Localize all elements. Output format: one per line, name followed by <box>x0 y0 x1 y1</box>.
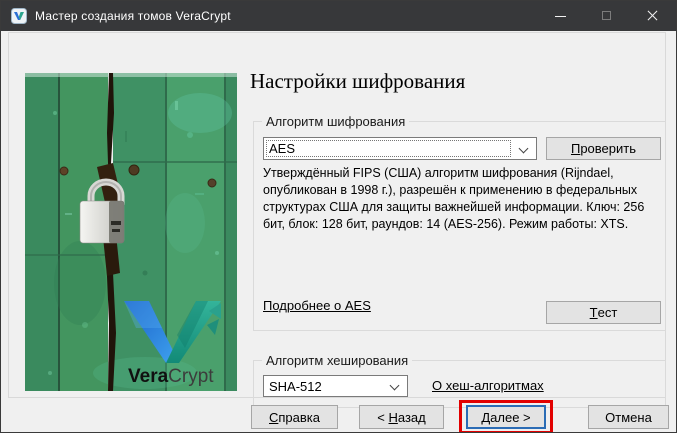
chevron-down-icon <box>390 381 400 391</box>
hash-algorithms-link[interactable]: О хеш-алгоритмах <box>432 378 544 393</box>
hash-algorithm-group: Алгоритм хеширования SHA-512 О хеш-алгор… <box>253 360 666 408</box>
benchmark-button[interactable]: Проверить <box>546 137 661 160</box>
encryption-algorithm-group: Алгоритм шифрования AES Проверить Утверж… <box>253 121 666 331</box>
hash-algorithm-value: SHA-512 <box>269 379 322 394</box>
chevron-down-icon <box>519 144 529 154</box>
maximize-button <box>584 1 630 31</box>
page-title: Настройки шифрования <box>250 69 465 94</box>
help-button[interactable]: Справка <box>251 405 338 429</box>
encryption-algorithm-value: AES <box>269 141 295 156</box>
more-about-aes-link[interactable]: Подробнее о AES <box>263 298 371 313</box>
encryption-algorithm-select[interactable]: AES <box>263 137 537 160</box>
minimize-icon <box>555 16 566 17</box>
veracrypt-app-icon <box>11 8 27 24</box>
veracrypt-wizard-window: Мастер создания томов VeraCrypt <box>0 0 677 433</box>
maximize-icon <box>602 11 611 20</box>
minimize-button[interactable] <box>538 1 584 31</box>
hash-group-label: Алгоритм хеширования <box>262 353 412 368</box>
back-button[interactable]: < Назад <box>359 405 444 429</box>
focus-rect <box>266 140 511 157</box>
wizard-content-panel: VeraCrypt Настройки шифрования Алгоритм … <box>8 32 666 398</box>
encryption-group-label: Алгоритм шифрования <box>262 114 409 129</box>
cancel-button[interactable]: Отмена <box>588 405 669 429</box>
hash-algorithm-select[interactable]: SHA-512 <box>263 375 408 397</box>
close-button[interactable] <box>630 1 676 31</box>
next-button[interactable]: Далее > <box>466 405 546 429</box>
test-button[interactable]: Тест <box>546 301 661 324</box>
svg-text:VeraCrypt: VeraCrypt <box>128 366 214 387</box>
titlebar[interactable]: Мастер создания томов VeraCrypt <box>1 1 676 31</box>
algorithm-description: Утверждённый FIPS (США) алгоритм шифрова… <box>263 165 660 233</box>
window-title: Мастер создания томов VeraCrypt <box>35 9 231 23</box>
door-lock-image: VeraCrypt <box>25 73 237 391</box>
